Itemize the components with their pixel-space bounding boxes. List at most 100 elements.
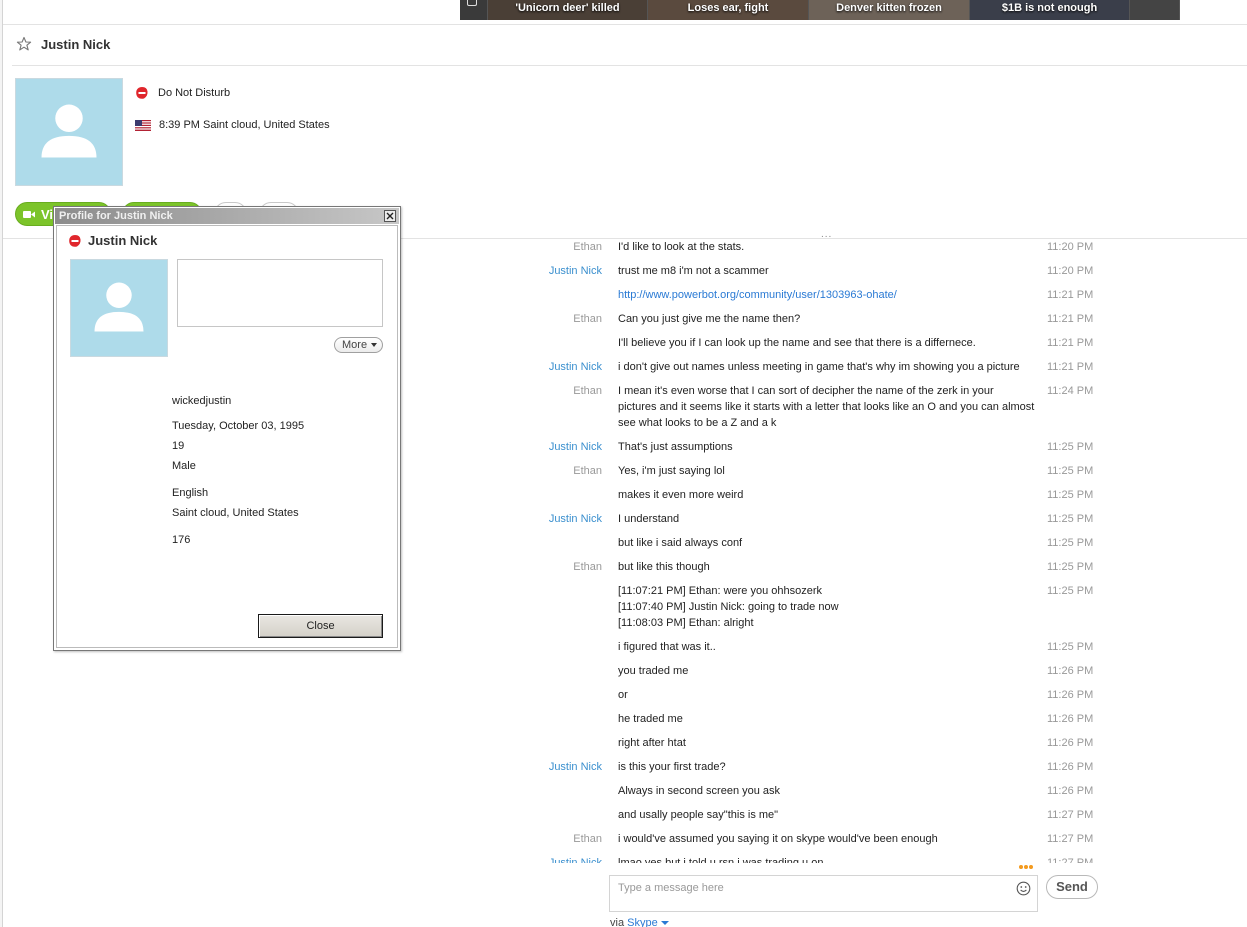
message-line: I'd like to look at the stats.: [618, 241, 745, 253]
message-text: Always in second screen you ask: [618, 783, 1038, 799]
profile-username: wickedjustin: [172, 395, 232, 407]
avatar[interactable]: [15, 78, 123, 186]
profile-avatar: [70, 259, 168, 357]
message-text: I understand: [618, 511, 1038, 527]
status-row: Do Not Disturb: [135, 86, 230, 100]
via-service[interactable]: Skype: [627, 917, 658, 927]
message-timestamp: 11:26 PM: [1047, 761, 1094, 773]
message-text: but like i said always conf: [618, 535, 1038, 551]
close-icon[interactable]: [384, 210, 396, 222]
chevron-down-icon: [660, 921, 669, 926]
profile-gender: Male: [172, 460, 196, 472]
message-sender[interactable]: Ethan: [573, 559, 602, 575]
message-sender[interactable]: Ethan: [573, 463, 602, 479]
message-timestamp: 11:20 PM: [1047, 241, 1094, 253]
contact-name: Justin Nick: [41, 37, 111, 52]
message-timestamp: 11:25 PM: [1047, 537, 1094, 549]
message-line: I mean it's even worse that I can sort o…: [618, 385, 994, 397]
message-text: i don't give out names unless meeting in…: [618, 359, 1038, 375]
message-sender[interactable]: Justin Nick: [549, 439, 602, 455]
dialog-titlebar[interactable]: Profile for Justin Nick: [55, 208, 399, 224]
news-item[interactable]: Loses ear, fight: [648, 0, 809, 20]
news-item[interactable]: Denver kitten frozen: [809, 0, 970, 20]
video-camera-icon: [23, 211, 35, 218]
message-timestamp: 11:25 PM: [1047, 489, 1094, 501]
message-timestamp: 11:26 PM: [1047, 785, 1094, 797]
message-sender[interactable]: Ethan: [573, 311, 602, 327]
message-text: I'll believe you if I can look up the na…: [618, 335, 1038, 351]
message-line[interactable]: http://www.powerbot.org/community/user/1…: [618, 287, 1038, 303]
chat-log[interactable]: Ethan I'd like to look at the stats. 11:20…: [540, 238, 1100, 863]
message-sender[interactable]: Justin Nick: [549, 759, 602, 775]
message-timestamp: 11:26 PM: [1047, 713, 1094, 725]
do-not-disturb-icon: [69, 234, 81, 247]
message-timestamp: 11:27 PM: [1047, 809, 1094, 821]
message-timestamp: 11:26 PM: [1047, 737, 1094, 749]
message-sender[interactable]: Justin Nick: [549, 359, 602, 375]
message-text: i would've assumed you saying it on skyp…: [618, 831, 1038, 847]
news-item[interactable]: [1130, 0, 1180, 20]
message-timestamp: 11:21 PM: [1047, 313, 1094, 325]
message-sender[interactable]: Justin Nick: [549, 511, 602, 527]
message-timestamp: 11:26 PM: [1047, 665, 1094, 677]
typing-indicator-icon: [1019, 865, 1033, 869]
favorite-star-icon[interactable]: [16, 36, 32, 52]
message-line: i figured that was it..: [618, 641, 716, 653]
message-line: i don't give out names unless meeting in…: [618, 361, 1020, 373]
message-sender[interactable]: Ethan: [573, 383, 602, 399]
message-input-box[interactable]: [609, 875, 1038, 912]
news-strip: 'Unicorn deer' killed Loses ear, fight D…: [460, 0, 1180, 20]
message-text: i figured that was it..: [618, 639, 1038, 655]
divider: [3, 24, 1247, 25]
message-link[interactable]: http://www.powerbot.org/community/user/1…: [618, 287, 1038, 303]
message-text: trust me m8 i'm not a scammer: [618, 263, 1038, 279]
message-timestamp: 11:25 PM: [1047, 513, 1094, 525]
message-line: I understand: [618, 513, 680, 525]
message-line: I'll believe you if I can look up the na…: [618, 337, 976, 349]
news-expand-button[interactable]: [460, 0, 488, 20]
message-timestamp: 11:20 PM: [1047, 265, 1094, 277]
message-line: but like this though: [618, 561, 710, 573]
message-timestamp: 11:27 PM: [1047, 833, 1094, 845]
emoticon-icon[interactable]: [1016, 881, 1031, 896]
profile-name-row: Justin Nick: [68, 233, 157, 248]
message-timestamp: 11:21 PM: [1047, 337, 1094, 349]
message-line: [11:07:40 PM] Justin Nick: going to trad…: [618, 601, 839, 613]
message-sender[interactable]: Justin Nick: [549, 855, 602, 863]
message-sender[interactable]: Ethan: [573, 239, 602, 255]
message-text: or: [618, 687, 1038, 703]
message-line: i would've assumed you saying it on skyp…: [618, 833, 938, 845]
news-item[interactable]: $1B is not enough: [970, 0, 1130, 20]
message-line: That's just assumptions: [618, 441, 733, 453]
message-text: lmao yes but i told u rsn i was trading …: [618, 855, 1038, 863]
message-input[interactable]: [618, 880, 998, 896]
message-line: or: [618, 689, 628, 701]
close-button[interactable]: Close: [258, 614, 383, 638]
message-timestamp: 11:25 PM: [1047, 561, 1094, 573]
default-person-icon: [41, 104, 97, 158]
profile-name: Justin Nick: [88, 233, 158, 248]
message-line: makes it even more weird: [618, 489, 744, 501]
dialog-title: Profile for Justin Nick: [59, 210, 173, 222]
message-timestamp: 11:21 PM: [1047, 289, 1094, 301]
more-button[interactable]: More: [334, 337, 383, 353]
message-text: makes it even more weird: [618, 487, 1038, 503]
message-line: Yes, i'm just saying lol: [618, 465, 725, 477]
profile-number: 176: [172, 534, 191, 546]
send-button[interactable]: Send: [1046, 875, 1098, 899]
message-text: Can you just give me the name then?: [618, 311, 1038, 327]
profile-language: English: [172, 487, 209, 499]
chevron-down-icon: [371, 343, 378, 348]
message-line: [11:08:03 PM] Ethan: alright: [618, 617, 754, 629]
message-sender[interactable]: Ethan: [573, 831, 602, 847]
message-line: [11:07:21 PM] Ethan: were you ohhsozerk: [618, 585, 823, 597]
profile-birthday: Tuesday, October 03, 1995: [172, 420, 305, 432]
message-text: [11:07:21 PM] Ethan: were you ohhsozerk […: [618, 583, 1038, 631]
message-line: lmao yes but i told u rsn i was trading …: [618, 857, 824, 863]
message-sender[interactable]: Justin Nick: [549, 263, 602, 279]
message-line: trust me m8 i'm not a scammer: [618, 265, 769, 277]
message-text: he traded me: [618, 711, 1038, 727]
via-selector[interactable]: via Skype: [610, 917, 669, 927]
message-line: is this your first trade?: [618, 761, 726, 773]
news-item[interactable]: 'Unicorn deer' killed: [488, 0, 648, 20]
